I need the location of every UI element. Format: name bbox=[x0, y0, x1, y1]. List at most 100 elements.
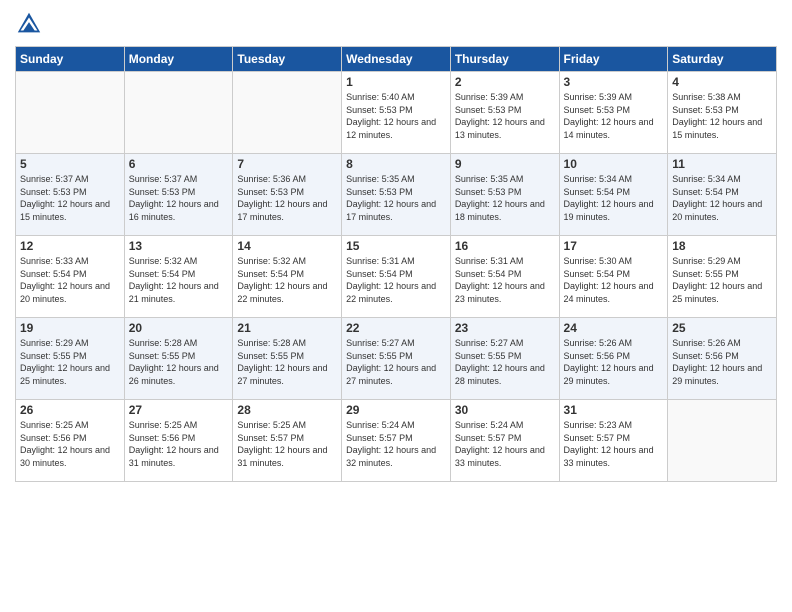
weekday-header: Saturday bbox=[668, 47, 777, 72]
day-number: 2 bbox=[455, 75, 555, 89]
calendar-week-row: 19 Sunrise: 5:29 AM Sunset: 5:55 PM Dayli… bbox=[16, 318, 777, 400]
day-number: 21 bbox=[237, 321, 337, 335]
calendar-cell: 2 Sunrise: 5:39 AM Sunset: 5:53 PM Daylig… bbox=[450, 72, 559, 154]
day-info: Sunrise: 5:30 AM Sunset: 5:54 PM Dayligh… bbox=[564, 255, 664, 305]
calendar-cell: 30 Sunrise: 5:24 AM Sunset: 5:57 PM Dayli… bbox=[450, 400, 559, 482]
calendar-cell: 3Sunrise: 5:39 AM Sunset: 5:53 PM Daylig… bbox=[559, 72, 668, 154]
day-info: Sunrise: 5:40 AM Sunset: 5:53 PM Dayligh… bbox=[346, 91, 446, 141]
calendar-header-row: SundayMondayTuesdayWednesdayThursdayFrid… bbox=[16, 47, 777, 72]
day-info: Sunrise: 5:39 AM Sunset: 5:53 PM Dayligh… bbox=[455, 91, 555, 141]
day-number: 15 bbox=[346, 239, 446, 253]
calendar-cell bbox=[124, 72, 233, 154]
day-number: 23 bbox=[455, 321, 555, 335]
day-number: 19 bbox=[20, 321, 120, 335]
day-number: 20 bbox=[129, 321, 229, 335]
day-number: 18 bbox=[672, 239, 772, 253]
day-info: Sunrise: 5:34 AM Sunset: 5:54 PM Dayligh… bbox=[672, 173, 772, 223]
calendar-cell: 28 Sunrise: 5:25 AM Sunset: 5:57 PM Dayli… bbox=[233, 400, 342, 482]
logo bbox=[15, 10, 47, 38]
day-number: 14 bbox=[237, 239, 337, 253]
logo-icon bbox=[15, 10, 43, 38]
calendar-cell: 19 Sunrise: 5:29 AM Sunset: 5:55 PM Dayli… bbox=[16, 318, 125, 400]
calendar-table: SundayMondayTuesdayWednesdayThursdayFrid… bbox=[15, 46, 777, 482]
day-info: Sunrise: 5:37 AM Sunset: 5:53 PM Dayligh… bbox=[129, 173, 229, 223]
day-info: Sunrise: 5:33 AM Sunset: 5:54 PM Dayligh… bbox=[20, 255, 120, 305]
day-number: 29 bbox=[346, 403, 446, 417]
day-info: Sunrise: 5:31 AM Sunset: 5:54 PM Dayligh… bbox=[346, 255, 446, 305]
day-info: Sunrise: 5:27 AM Sunset: 5:55 PM Dayligh… bbox=[346, 337, 446, 387]
calendar-cell: 14 Sunrise: 5:32 AM Sunset: 5:54 PM Dayli… bbox=[233, 236, 342, 318]
calendar-cell: 12 Sunrise: 5:33 AM Sunset: 5:54 PM Dayli… bbox=[16, 236, 125, 318]
calendar-week-row: 1 Sunrise: 5:40 AM Sunset: 5:53 PM Daylig… bbox=[16, 72, 777, 154]
calendar-cell: 27 Sunrise: 5:25 AM Sunset: 5:56 PM Dayli… bbox=[124, 400, 233, 482]
day-info: Sunrise: 5:26 AM Sunset: 5:56 PM Dayligh… bbox=[672, 337, 772, 387]
calendar-cell: 24Sunrise: 5:26 AM Sunset: 5:56 PM Dayli… bbox=[559, 318, 668, 400]
calendar-cell bbox=[16, 72, 125, 154]
calendar-cell: 16 Sunrise: 5:31 AM Sunset: 5:54 PM Dayli… bbox=[450, 236, 559, 318]
calendar-cell: 4Sunrise: 5:38 AM Sunset: 5:53 PM Daylig… bbox=[668, 72, 777, 154]
day-number: 16 bbox=[455, 239, 555, 253]
day-number: 11 bbox=[672, 157, 772, 171]
day-info: Sunrise: 5:27 AM Sunset: 5:55 PM Dayligh… bbox=[455, 337, 555, 387]
day-number: 13 bbox=[129, 239, 229, 253]
day-number: 4 bbox=[672, 75, 772, 89]
day-number: 25 bbox=[672, 321, 772, 335]
day-info: Sunrise: 5:35 AM Sunset: 5:53 PM Dayligh… bbox=[455, 173, 555, 223]
day-info: Sunrise: 5:32 AM Sunset: 5:54 PM Dayligh… bbox=[237, 255, 337, 305]
calendar-cell: 31Sunrise: 5:23 AM Sunset: 5:57 PM Dayli… bbox=[559, 400, 668, 482]
calendar-cell: 17 Sunrise: 5:30 AM Sunset: 5:54 PM Dayli… bbox=[559, 236, 668, 318]
calendar-week-row: 5Sunrise: 5:37 AM Sunset: 5:53 PM Daylig… bbox=[16, 154, 777, 236]
day-number: 8 bbox=[346, 157, 446, 171]
day-number: 7 bbox=[237, 157, 337, 171]
day-info: Sunrise: 5:24 AM Sunset: 5:57 PM Dayligh… bbox=[455, 419, 555, 469]
day-info: Sunrise: 5:24 AM Sunset: 5:57 PM Dayligh… bbox=[346, 419, 446, 469]
day-number: 12 bbox=[20, 239, 120, 253]
day-info: Sunrise: 5:35 AM Sunset: 5:53 PM Dayligh… bbox=[346, 173, 446, 223]
day-info: Sunrise: 5:31 AM Sunset: 5:54 PM Dayligh… bbox=[455, 255, 555, 305]
calendar-cell: 11 Sunrise: 5:34 AM Sunset: 5:54 PM Dayli… bbox=[668, 154, 777, 236]
day-number: 31 bbox=[564, 403, 664, 417]
day-number: 6 bbox=[129, 157, 229, 171]
day-info: Sunrise: 5:32 AM Sunset: 5:54 PM Dayligh… bbox=[129, 255, 229, 305]
day-info: Sunrise: 5:25 AM Sunset: 5:56 PM Dayligh… bbox=[20, 419, 120, 469]
calendar-cell: 5Sunrise: 5:37 AM Sunset: 5:53 PM Daylig… bbox=[16, 154, 125, 236]
header bbox=[15, 10, 777, 38]
calendar-cell bbox=[668, 400, 777, 482]
day-info: Sunrise: 5:25 AM Sunset: 5:56 PM Dayligh… bbox=[129, 419, 229, 469]
calendar-week-row: 26 Sunrise: 5:25 AM Sunset: 5:56 PM Dayli… bbox=[16, 400, 777, 482]
page-container: SundayMondayTuesdayWednesdayThursdayFrid… bbox=[0, 0, 792, 492]
calendar-cell: 10 Sunrise: 5:34 AM Sunset: 5:54 PM Dayli… bbox=[559, 154, 668, 236]
day-info: Sunrise: 5:25 AM Sunset: 5:57 PM Dayligh… bbox=[237, 419, 337, 469]
day-number: 17 bbox=[564, 239, 664, 253]
calendar-cell: 20 Sunrise: 5:28 AM Sunset: 5:55 PM Dayli… bbox=[124, 318, 233, 400]
day-info: Sunrise: 5:34 AM Sunset: 5:54 PM Dayligh… bbox=[564, 173, 664, 223]
day-info: Sunrise: 5:29 AM Sunset: 5:55 PM Dayligh… bbox=[20, 337, 120, 387]
weekday-header: Sunday bbox=[16, 47, 125, 72]
calendar-week-row: 12 Sunrise: 5:33 AM Sunset: 5:54 PM Dayli… bbox=[16, 236, 777, 318]
weekday-header: Monday bbox=[124, 47, 233, 72]
day-number: 10 bbox=[564, 157, 664, 171]
day-number: 1 bbox=[346, 75, 446, 89]
day-number: 22 bbox=[346, 321, 446, 335]
calendar-cell: 29 Sunrise: 5:24 AM Sunset: 5:57 PM Dayli… bbox=[342, 400, 451, 482]
calendar-cell: 1 Sunrise: 5:40 AM Sunset: 5:53 PM Daylig… bbox=[342, 72, 451, 154]
calendar-cell: 23 Sunrise: 5:27 AM Sunset: 5:55 PM Dayli… bbox=[450, 318, 559, 400]
day-number: 28 bbox=[237, 403, 337, 417]
calendar-cell: 6 Sunrise: 5:37 AM Sunset: 5:53 PM Daylig… bbox=[124, 154, 233, 236]
day-info: Sunrise: 5:36 AM Sunset: 5:53 PM Dayligh… bbox=[237, 173, 337, 223]
calendar-cell: 7 Sunrise: 5:36 AM Sunset: 5:53 PM Daylig… bbox=[233, 154, 342, 236]
weekday-header: Friday bbox=[559, 47, 668, 72]
day-number: 27 bbox=[129, 403, 229, 417]
calendar-cell: 9Sunrise: 5:35 AM Sunset: 5:53 PM Daylig… bbox=[450, 154, 559, 236]
day-info: Sunrise: 5:29 AM Sunset: 5:55 PM Dayligh… bbox=[672, 255, 772, 305]
calendar-cell: 26 Sunrise: 5:25 AM Sunset: 5:56 PM Dayli… bbox=[16, 400, 125, 482]
weekday-header: Thursday bbox=[450, 47, 559, 72]
calendar-cell bbox=[233, 72, 342, 154]
day-number: 30 bbox=[455, 403, 555, 417]
day-number: 26 bbox=[20, 403, 120, 417]
day-info: Sunrise: 5:28 AM Sunset: 5:55 PM Dayligh… bbox=[129, 337, 229, 387]
day-info: Sunrise: 5:39 AM Sunset: 5:53 PM Dayligh… bbox=[564, 91, 664, 141]
weekday-header: Tuesday bbox=[233, 47, 342, 72]
calendar-cell: 22 Sunrise: 5:27 AM Sunset: 5:55 PM Dayli… bbox=[342, 318, 451, 400]
day-info: Sunrise: 5:26 AM Sunset: 5:56 PM Dayligh… bbox=[564, 337, 664, 387]
